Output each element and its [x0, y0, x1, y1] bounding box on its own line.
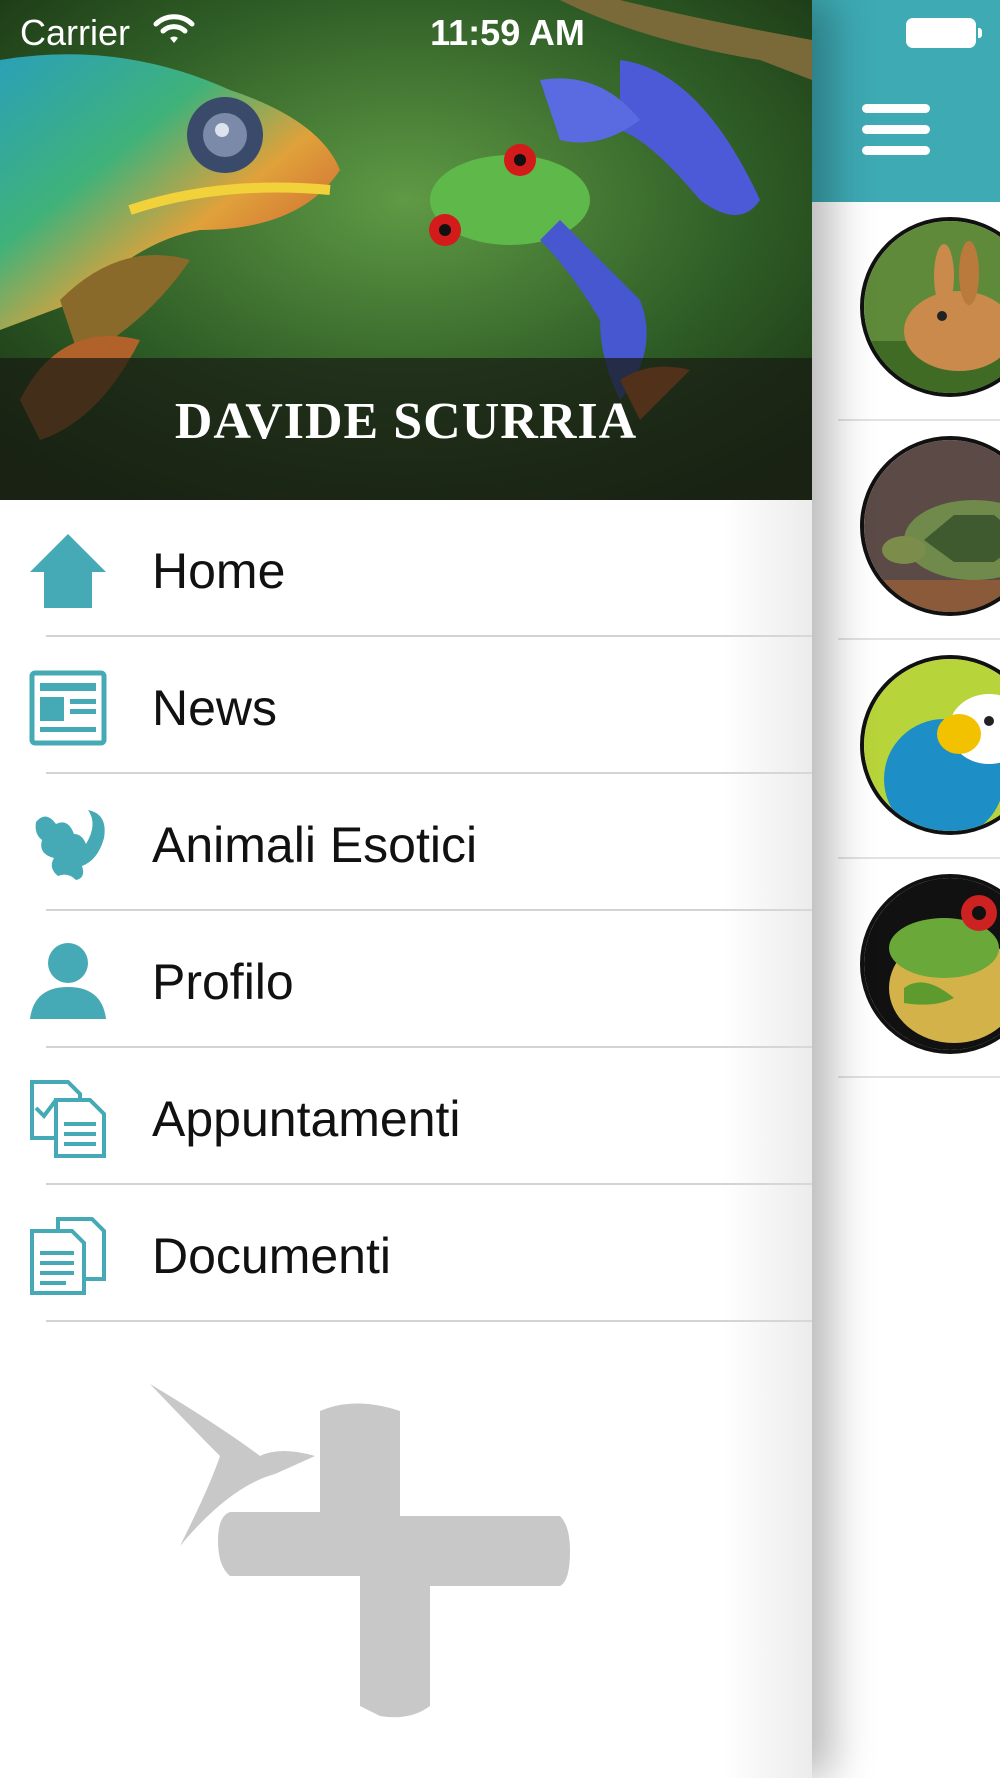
user-name: DAVIDE SCURRIA	[174, 393, 638, 450]
battery-icon	[906, 18, 982, 48]
user-icon	[30, 943, 106, 1019]
menu-item-animali-esotici[interactable]: Animali Esotici	[0, 774, 812, 911]
menu-item-profilo[interactable]: Profilo	[0, 911, 812, 1048]
menu-item-label: Profilo	[152, 954, 294, 1010]
bird-cross-logo	[150, 1384, 570, 1718]
menu-item-label: Home	[152, 543, 286, 599]
menu-item-appuntamenti[interactable]: Appuntamenti	[0, 1048, 812, 1185]
drawer-menu: Home News Animali Esotici Profilo Appunt…	[0, 500, 812, 1322]
rabbit-thumbnail	[860, 217, 1000, 397]
turtle-thumbnail	[860, 436, 1000, 616]
frog-thumbnail	[860, 874, 1000, 1054]
status-bar: Carrier 11:59 AM	[0, 0, 1000, 64]
menu-item-label: Animali Esotici	[152, 817, 478, 873]
menu-item-home[interactable]: Home	[0, 500, 812, 637]
menu-item-news[interactable]: News	[0, 637, 812, 774]
drawer-header-image: DAVIDE SCURRIA	[0, 0, 812, 500]
home-icon	[30, 534, 106, 608]
squirrel-icon	[35, 810, 105, 880]
menu-item-label: Documenti	[152, 1228, 391, 1284]
side-drawer: DAVIDE SCURRIA Home News Animali Esotici…	[0, 0, 812, 1778]
menu-item-label: Appuntamenti	[152, 1091, 461, 1147]
hamburger-icon[interactable]	[862, 104, 932, 156]
checklist-icon	[30, 1080, 106, 1158]
newspaper-icon	[29, 670, 107, 746]
documents-icon	[30, 1217, 106, 1295]
menu-item-documenti[interactable]: Documenti	[0, 1185, 812, 1322]
divider	[46, 1320, 812, 1322]
menu-item-label: News	[152, 680, 278, 736]
clock: 11:59 AM	[430, 12, 585, 53]
parrot-thumbnail	[860, 655, 1000, 835]
